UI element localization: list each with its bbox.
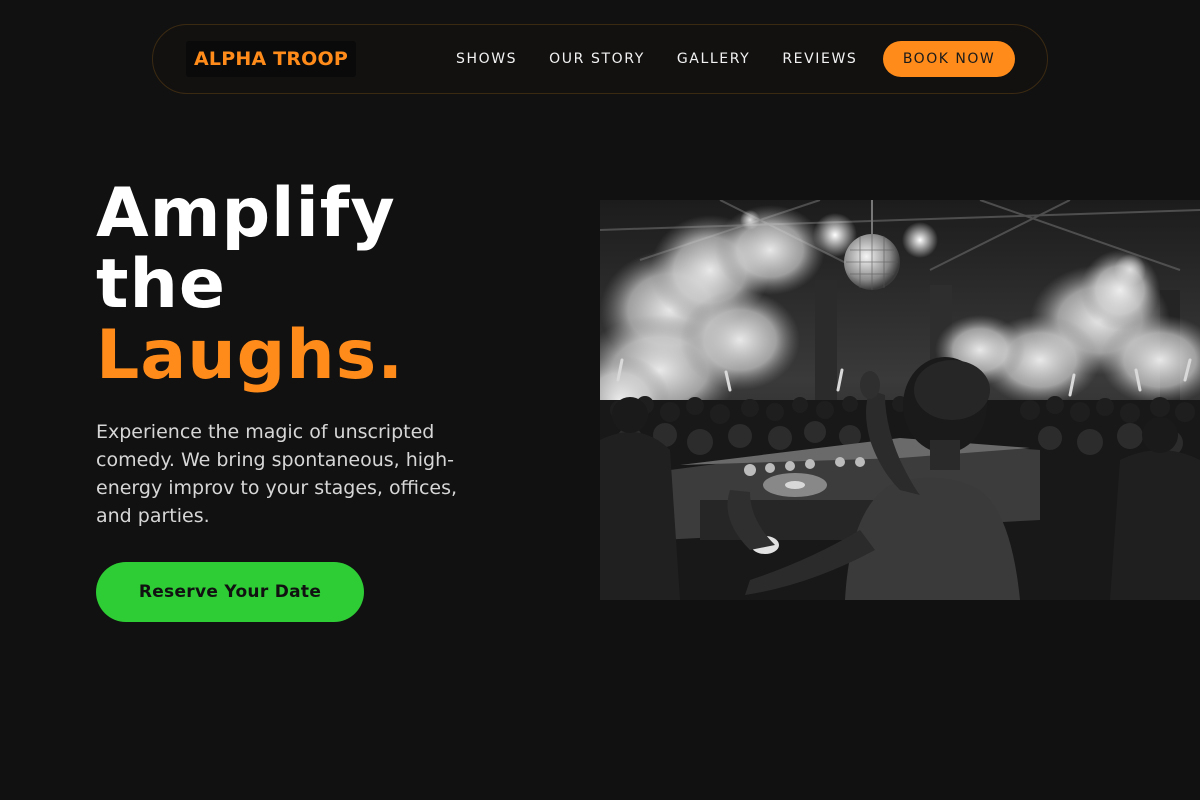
page: ALPHA TROOP SHOWS OUR STORY GALLERY REVI… [0,0,1200,800]
reserve-date-button[interactable]: Reserve Your Date [96,562,364,622]
hero-title-line-2: the [96,245,227,324]
nav-link-gallery[interactable]: GALLERY [677,51,750,67]
book-now-button[interactable]: BOOK NOW [883,41,1015,77]
nav-link-our-story[interactable]: OUR STORY [549,51,645,67]
dj-crowd-photo [600,200,1200,600]
top-nav: ALPHA TROOP SHOWS OUR STORY GALLERY REVI… [152,24,1048,94]
hero-description: Experience the magic of unscripted comed… [96,421,458,527]
hero-title-accent: Laughs. [96,316,405,395]
nav-links: SHOWS OUR STORY GALLERY REVIEWS [456,25,889,93]
brand-logo[interactable]: ALPHA TROOP [186,41,356,77]
hero-image [600,200,1200,600]
hero-title: Amplify the Laughs. [96,178,404,391]
nav-link-shows[interactable]: SHOWS [456,51,517,67]
hero-title-line-1: Amplify [96,174,396,253]
nav-link-reviews[interactable]: REVIEWS [782,51,857,67]
